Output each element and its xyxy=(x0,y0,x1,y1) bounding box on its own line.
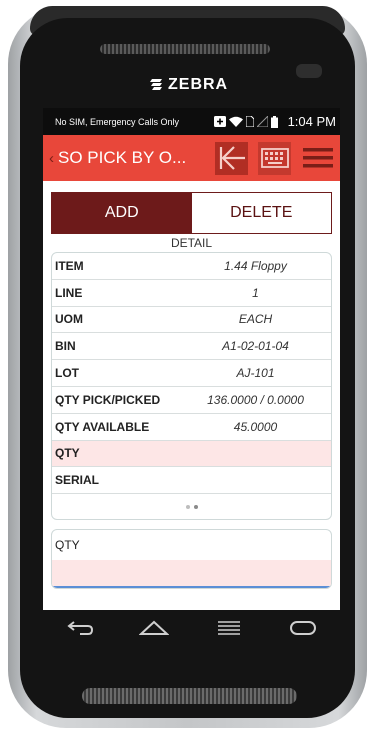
main-content: ADD DELETE DETAIL ITEM 1.44 Floppy LINE 1 … xyxy=(43,192,340,590)
row-label: QTY xyxy=(55,446,80,461)
row-label: QTY PICK/PICKED xyxy=(55,392,161,407)
detail-row-lot: LOT AJ-101 xyxy=(52,360,331,387)
nav-recents-icon xyxy=(217,621,240,635)
up-chevron-icon[interactable]: ‹ xyxy=(43,150,54,167)
sim-icon xyxy=(245,116,254,127)
row-label: LOT xyxy=(55,366,79,381)
detail-row-line: LINE 1 xyxy=(52,280,331,307)
row-label: ITEM xyxy=(55,258,84,273)
earpiece-speaker xyxy=(100,44,270,54)
add-tab[interactable]: ADD xyxy=(52,193,192,233)
status-bar: No SIM, Emergency Calls Only 1:04 PM xyxy=(43,108,340,135)
row-value: 1 xyxy=(252,285,259,300)
nav-back-button[interactable] xyxy=(60,613,100,643)
page-indicator xyxy=(52,494,331,519)
row-value: 45.0000 xyxy=(233,419,278,434)
page-dot-active xyxy=(193,504,198,509)
detail-row-qty-available: QTY AVAILABLE 45.0000 xyxy=(52,414,331,441)
row-label: QTY AVAILABLE xyxy=(55,419,150,434)
row-label: SERIAL xyxy=(55,473,100,488)
delete-tab[interactable]: DELETE xyxy=(191,193,331,233)
mode-segment: ADD DELETE xyxy=(51,192,332,234)
detail-heading: DETAIL xyxy=(170,236,213,250)
detail-row-qty-pick: QTY PICK/PICKED 136.0000 / 0.0000 xyxy=(52,387,331,414)
back-arrow-icon xyxy=(219,146,245,170)
wifi-icon xyxy=(228,116,243,127)
qty-entry-card: QTY xyxy=(51,529,332,590)
detail-row-uom: UOM EACH xyxy=(52,307,331,334)
nav-back-icon xyxy=(67,621,94,635)
row-value: AJ-101 xyxy=(236,366,275,381)
menu-button[interactable] xyxy=(301,142,334,175)
row-label: UOM xyxy=(55,312,83,327)
row-label: LINE xyxy=(55,285,83,300)
qty-input[interactable] xyxy=(52,560,331,589)
keyboard-button[interactable] xyxy=(258,141,291,175)
screen-title: SO PICK BY O... xyxy=(58,148,187,167)
menu-icon xyxy=(302,148,333,168)
qty-label: QTY xyxy=(55,538,80,553)
add-box-icon xyxy=(213,116,226,127)
row-value: EACH xyxy=(238,312,273,327)
bottom-speaker xyxy=(82,688,297,704)
nav-home-button[interactable] xyxy=(134,613,174,643)
battery-icon xyxy=(270,115,278,128)
signal-icon xyxy=(256,116,268,127)
detail-row-serial[interactable]: SERIAL xyxy=(52,467,331,495)
nav-home-icon xyxy=(139,620,170,635)
status-time: 1:04 PM xyxy=(287,114,336,129)
zebra-logo xyxy=(150,79,162,90)
row-value: 136.0000 / 0.0000 xyxy=(207,392,304,407)
back-button[interactable] xyxy=(215,141,248,175)
nav-recents-button[interactable] xyxy=(209,613,249,643)
keyboard-icon xyxy=(260,148,289,168)
detail-row-bin: BIN A1-02-01-04 xyxy=(52,333,331,361)
status-icons xyxy=(213,115,278,128)
nav-menu-icon xyxy=(289,621,316,635)
nav-menu-button[interactable] xyxy=(283,613,323,643)
system-nav-bar xyxy=(43,610,340,646)
row-value: A1-02-01-04 xyxy=(222,339,289,354)
carrier-text: No SIM, Emergency Calls Only xyxy=(55,116,180,127)
row-label: BIN xyxy=(55,339,76,354)
detail-card: ITEM 1.44 Floppy LINE 1 UOM EACH BIN A1-02-0… xyxy=(51,252,332,521)
proximity-sensor xyxy=(296,64,322,78)
page-dot xyxy=(185,504,190,509)
app-toolbar: ‹ SO PICK BY O... xyxy=(43,135,340,181)
detail-row-item: ITEM 1.44 Floppy xyxy=(52,253,331,280)
brand-name: ZEBRA xyxy=(168,76,229,93)
device-screen: No SIM, Emergency Calls Only 1:04 PM ‹ S… xyxy=(43,108,340,610)
row-value: 1.44 Floppy xyxy=(224,258,287,273)
detail-row-qty[interactable]: QTY xyxy=(52,440,331,468)
brand-logo: ZEBRA xyxy=(150,76,228,94)
